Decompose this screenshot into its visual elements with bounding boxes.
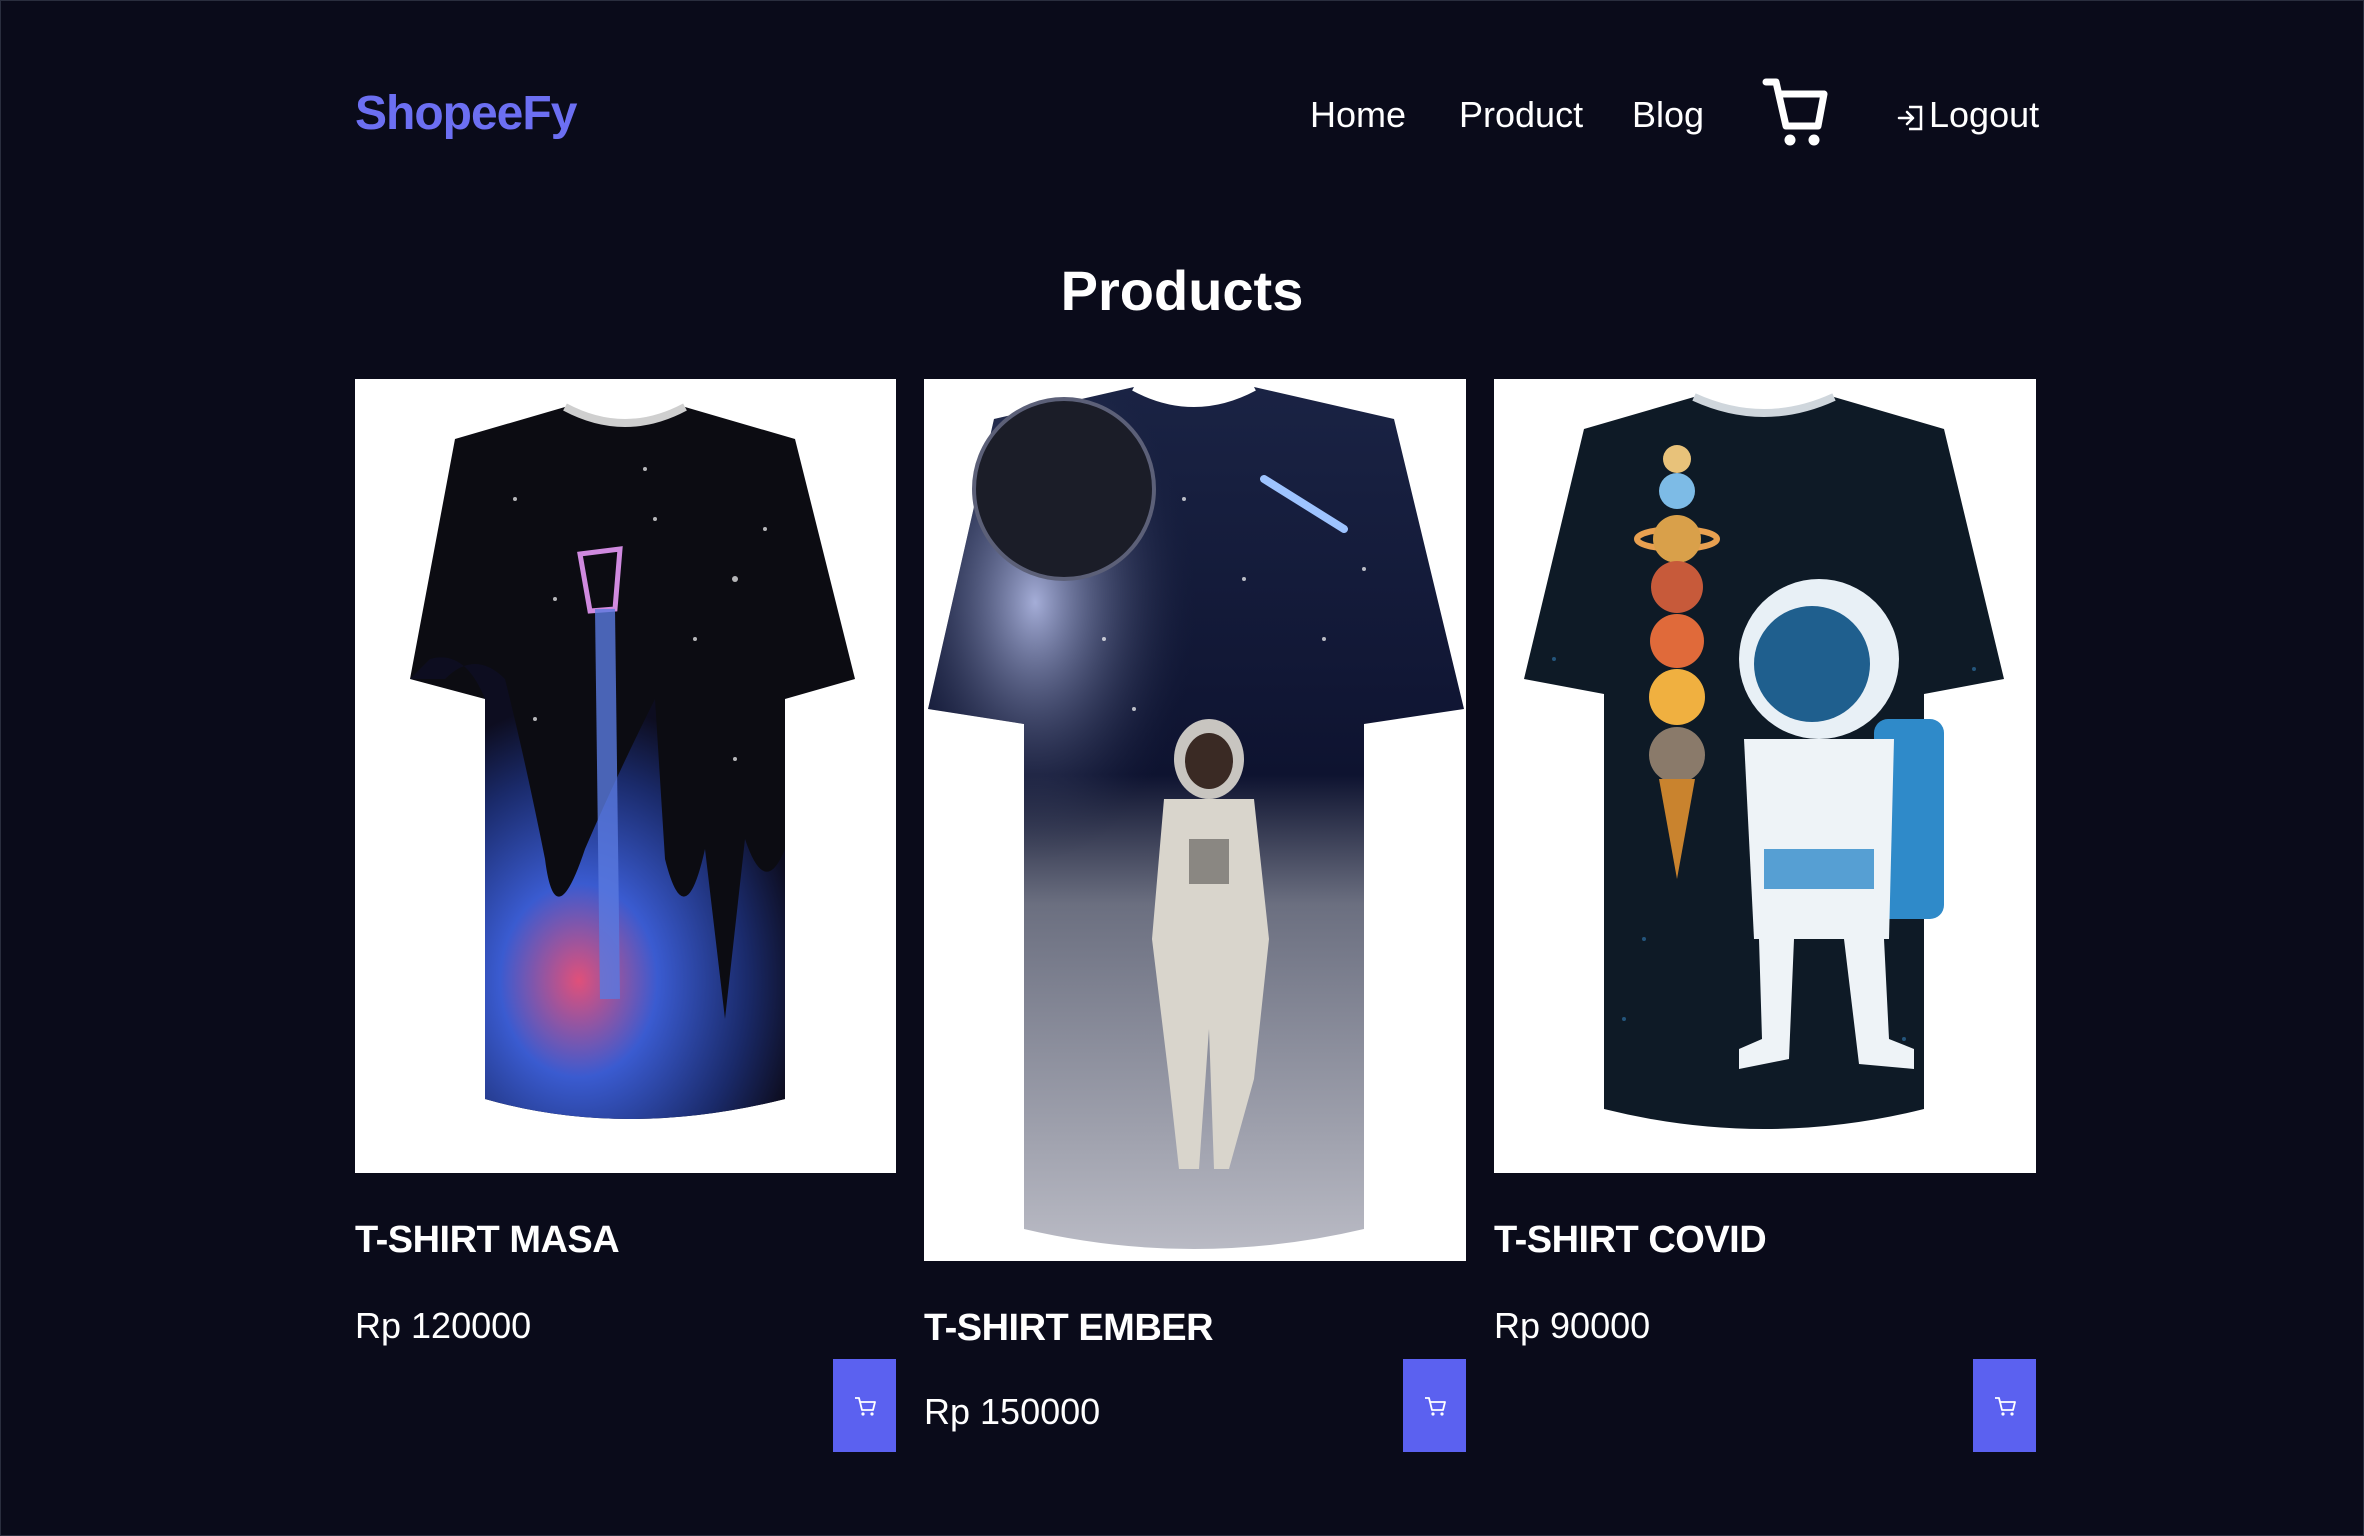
product-image[interactable] [355, 379, 896, 1173]
product-card: T-SHIRT MASA Rp 120000 [355, 379, 896, 1452]
add-to-cart-button[interactable] [1973, 1359, 2036, 1452]
product-name: T-SHIRT COVID [1494, 1219, 1767, 1261]
nav-blog-link[interactable]: Blog [1632, 94, 1704, 136]
product-price: Rp 150000 [924, 1391, 1101, 1432]
product-price: Rp 120000 [355, 1305, 532, 1346]
nav-home-link[interactable]: Home [1310, 94, 1406, 136]
nav-product-link[interactable]: Product [1459, 94, 1583, 136]
product-name: T-SHIRT MASA [355, 1219, 620, 1261]
logout-icon [1897, 100, 1925, 131]
product-card: T-SHIRT EMBER Rp 150000 [924, 379, 1466, 1452]
cart-icon[interactable] [1762, 70, 1828, 154]
page-title: Products [1060, 259, 1304, 322]
product-price: Rp 90000 [1494, 1305, 1651, 1346]
product-card: T-SHIRT COVID Rp 90000 [1494, 379, 2036, 1452]
product-name: T-SHIRT EMBER [924, 1307, 1214, 1349]
product-image[interactable] [924, 379, 1466, 1261]
cart-icon [1424, 1396, 1446, 1416]
cart-icon [854, 1396, 876, 1416]
add-to-cart-button[interactable] [833, 1359, 896, 1452]
logout-link[interactable]: Logout [1897, 94, 2039, 136]
add-to-cart-button[interactable] [1403, 1359, 1466, 1452]
logout-label: Logout [1929, 94, 2040, 135]
brand-logo[interactable]: ShopeeFy [355, 86, 577, 141]
product-image[interactable] [1494, 379, 2036, 1173]
cart-icon [1994, 1396, 2016, 1416]
